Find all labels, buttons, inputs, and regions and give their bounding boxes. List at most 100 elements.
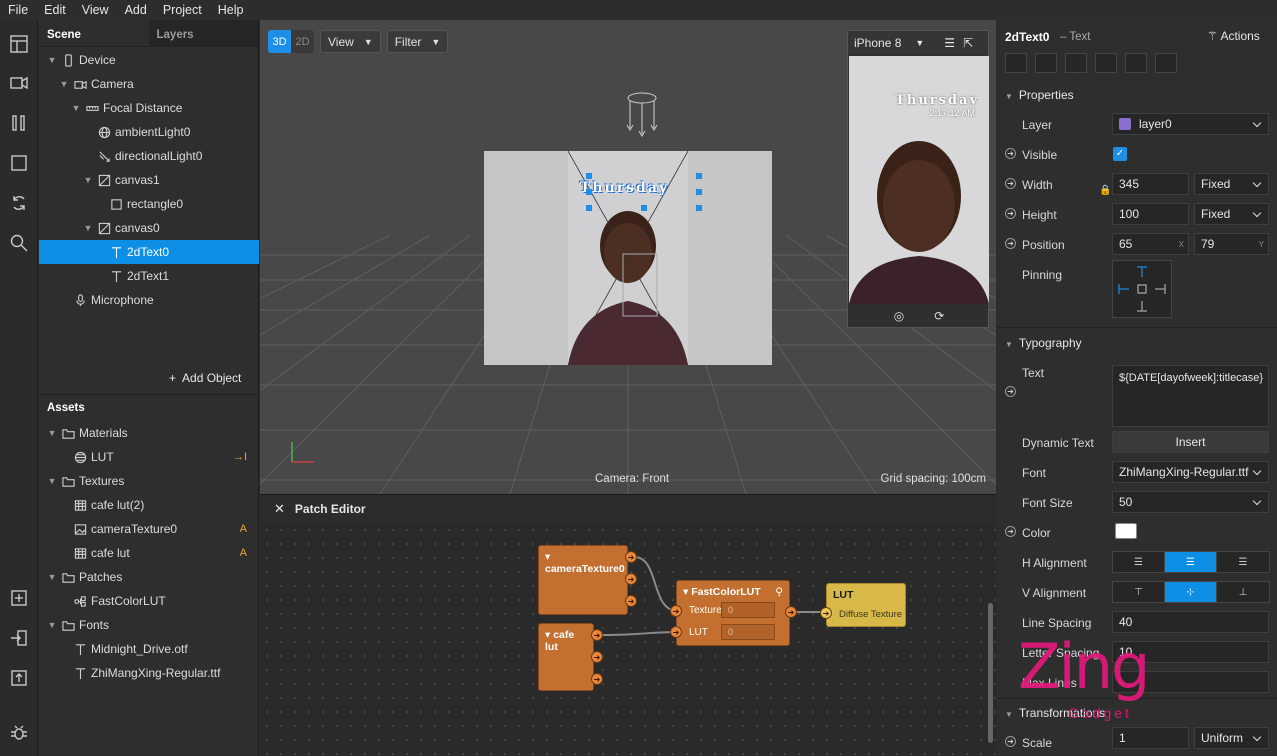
menu-file[interactable]: File <box>0 3 36 17</box>
line-spacing-input[interactable]: 40 <box>1112 611 1269 633</box>
v-align-middle-icon[interactable]: ⊹ <box>1165 582 1217 602</box>
scene-tree-item[interactable]: directionalLight0 <box>39 144 259 168</box>
font-size-select[interactable]: 50 <box>1112 491 1269 513</box>
chevron-down-icon[interactable]: ▼ <box>915 38 924 48</box>
v-align-bottom-icon[interactable]: ⊥ <box>1217 582 1269 602</box>
position-x-input[interactable]: 65 X <box>1112 233 1189 255</box>
properties-section[interactable]: Properties <box>1005 88 1074 102</box>
camera-texture-output-3[interactable]: ➜ <box>625 595 637 607</box>
asset-item[interactable]: ▼ Patches <box>39 565 259 589</box>
asset-item[interactable]: ZhiMangXing-Regular.ttf <box>39 661 259 685</box>
scene-tree-item[interactable]: ▼ Device <box>39 48 259 72</box>
letter-spacing-input[interactable]: 10 <box>1112 641 1269 663</box>
aspect-lock-icon[interactable]: 🔒 <box>1099 185 1111 196</box>
menu-icon[interactable]: ☰ <box>944 36 955 50</box>
insert-button[interactable]: Insert <box>1112 431 1269 453</box>
search-icon[interactable] <box>9 233 29 253</box>
asset-item[interactable]: ▼ Fonts <box>39 613 259 637</box>
align-top-icon[interactable] <box>1095 53 1117 73</box>
add-object-button[interactable]: + Add Object <box>169 371 241 385</box>
expand-arrow-icon[interactable]: ▼ <box>47 428 57 438</box>
upload-icon[interactable] <box>9 668 29 688</box>
menu-add[interactable]: Add <box>117 3 155 17</box>
expand-arrow-icon[interactable]: ▼ <box>83 175 93 185</box>
scene-tree-item[interactable]: Microphone <box>39 288 259 312</box>
scale-mode-select[interactable]: Uniform <box>1194 727 1269 749</box>
tab-layers[interactable]: Layers <box>148 20 258 46</box>
expand-arrow-icon[interactable]: ▼ <box>47 620 57 630</box>
add-frame-icon[interactable] <box>9 588 29 608</box>
position-y-input[interactable]: 79 Y <box>1194 233 1269 255</box>
fast-color-lut-texture-input[interactable]: ➜ <box>670 605 682 617</box>
mode-3d-button[interactable]: 3D <box>268 30 291 53</box>
menu-project[interactable]: Project <box>155 3 210 17</box>
capture-icon[interactable]: ◎ <box>894 309 904 323</box>
camera-view-icon[interactable] <box>9 73 29 93</box>
camera-texture-output-1[interactable]: ➜ <box>625 551 637 563</box>
height-input[interactable]: 100 <box>1112 203 1189 225</box>
layout-icon[interactable] <box>9 34 29 54</box>
patch-editor[interactable]: ✕ Patch Editor ▾ cameraTexture0 ➜ ➜ ➜ ▾ … <box>260 494 996 755</box>
refresh-icon[interactable] <box>9 193 29 213</box>
cafe-lut-node[interactable]: ▾ cafe lut <box>538 623 594 691</box>
pinning-widget[interactable] <box>1112 260 1172 318</box>
h-align-center-icon[interactable]: ☰ <box>1165 552 1217 572</box>
scene-tree-item[interactable]: ▼ Focal Distance <box>39 96 259 120</box>
viewport[interactable]: Thursday 3D 2D View ▼ Filter ▼ iPhone 8 ▼ … <box>260 20 996 494</box>
stop-icon[interactable] <box>9 153 29 173</box>
expand-arrow-icon[interactable]: ▼ <box>59 79 69 89</box>
camera-texture-node[interactable]: ▾ cameraTexture0 <box>538 545 628 615</box>
view-dropdown[interactable]: View ▼ <box>320 30 381 53</box>
tab-scene[interactable]: Scene <box>39 20 149 46</box>
position-connect-icon[interactable]: ➜ <box>1005 238 1016 249</box>
asset-item[interactable]: Midnight_Drive.otf <box>39 637 259 661</box>
menu-help[interactable]: Help <box>210 3 252 17</box>
pause-icon[interactable] <box>9 113 29 133</box>
texture-input[interactable]: 0 <box>721 602 775 618</box>
max-lines-input[interactable]: - <box>1112 671 1269 693</box>
menu-view[interactable]: View <box>74 3 117 17</box>
h-align-left-icon[interactable]: ☰ <box>1113 552 1165 572</box>
asset-item[interactable]: ▼ Materials <box>39 421 259 445</box>
align-bottom-icon[interactable] <box>1155 53 1177 73</box>
camera-texture-output-2[interactable]: ➜ <box>625 573 637 585</box>
scene-tree-item[interactable]: ▼ canvas0 <box>39 216 259 240</box>
scene-tree-item[interactable]: ambientLight0 <box>39 120 259 144</box>
rotate-icon[interactable]: ⟳ <box>934 309 944 323</box>
asset-item[interactable]: cameraTexture0 A <box>39 517 259 541</box>
asset-item[interactable]: FastColorLUT <box>39 589 259 613</box>
layer-select[interactable]: layer0 <box>1112 113 1269 135</box>
cafe-lut-output-1[interactable]: ➜ <box>591 629 603 641</box>
menu-edit[interactable]: Edit <box>36 3 74 17</box>
expand-arrow-icon[interactable]: ▼ <box>71 103 81 113</box>
diffuse-texture-input[interactable]: ➜ <box>820 607 832 619</box>
bug-icon[interactable] <box>9 723 29 743</box>
width-input[interactable]: 345 <box>1112 173 1189 195</box>
cafe-lut-output-2[interactable]: ➜ <box>591 651 603 663</box>
scene-tree-item[interactable]: 2dText0 <box>39 240 259 264</box>
width-mode-select[interactable]: Fixed <box>1194 173 1269 195</box>
scene-tree-item[interactable]: ▼ canvas1 <box>39 168 259 192</box>
device-select[interactable]: iPhone 8 <box>854 36 901 50</box>
asset-item[interactable]: cafe lut A <box>39 541 259 565</box>
preview-screen[interactable]: Thursday 2:17:12 AM <box>849 56 989 304</box>
scene-tree-item[interactable]: ▼ Camera <box>39 72 259 96</box>
scale-input[interactable]: 1 <box>1112 727 1189 749</box>
expand-arrow-icon[interactable]: ▼ <box>47 55 57 65</box>
open-external-icon[interactable]: ⇱ <box>963 36 973 50</box>
height-connect-icon[interactable]: ➜ <box>1005 208 1016 219</box>
fast-color-lut-node[interactable]: ▾ FastColorLUT ⚲ Texture 0 LUT 0 <box>676 580 790 646</box>
visible-connect-icon[interactable]: ➜ <box>1005 148 1016 159</box>
align-center-h-icon[interactable] <box>1035 53 1057 73</box>
import-icon[interactable] <box>9 628 29 648</box>
v-align-top-icon[interactable]: ⊤ <box>1113 582 1165 602</box>
font-select[interactable]: ZhiMangXing-Regular.ttf <box>1112 461 1269 483</box>
fast-color-lut-output[interactable]: ➜ <box>785 606 797 618</box>
width-connect-icon[interactable]: ➜ <box>1005 178 1016 189</box>
scene-tree-item[interactable]: 2dText1 <box>39 264 259 288</box>
asset-item[interactable]: cafe lut(2) <box>39 493 259 517</box>
expand-arrow-icon[interactable]: ▼ <box>47 476 57 486</box>
filter-dropdown[interactable]: Filter ▼ <box>386 30 449 53</box>
expand-arrow-icon[interactable]: ▼ <box>47 572 57 582</box>
align-center-v-icon[interactable] <box>1125 53 1147 73</box>
